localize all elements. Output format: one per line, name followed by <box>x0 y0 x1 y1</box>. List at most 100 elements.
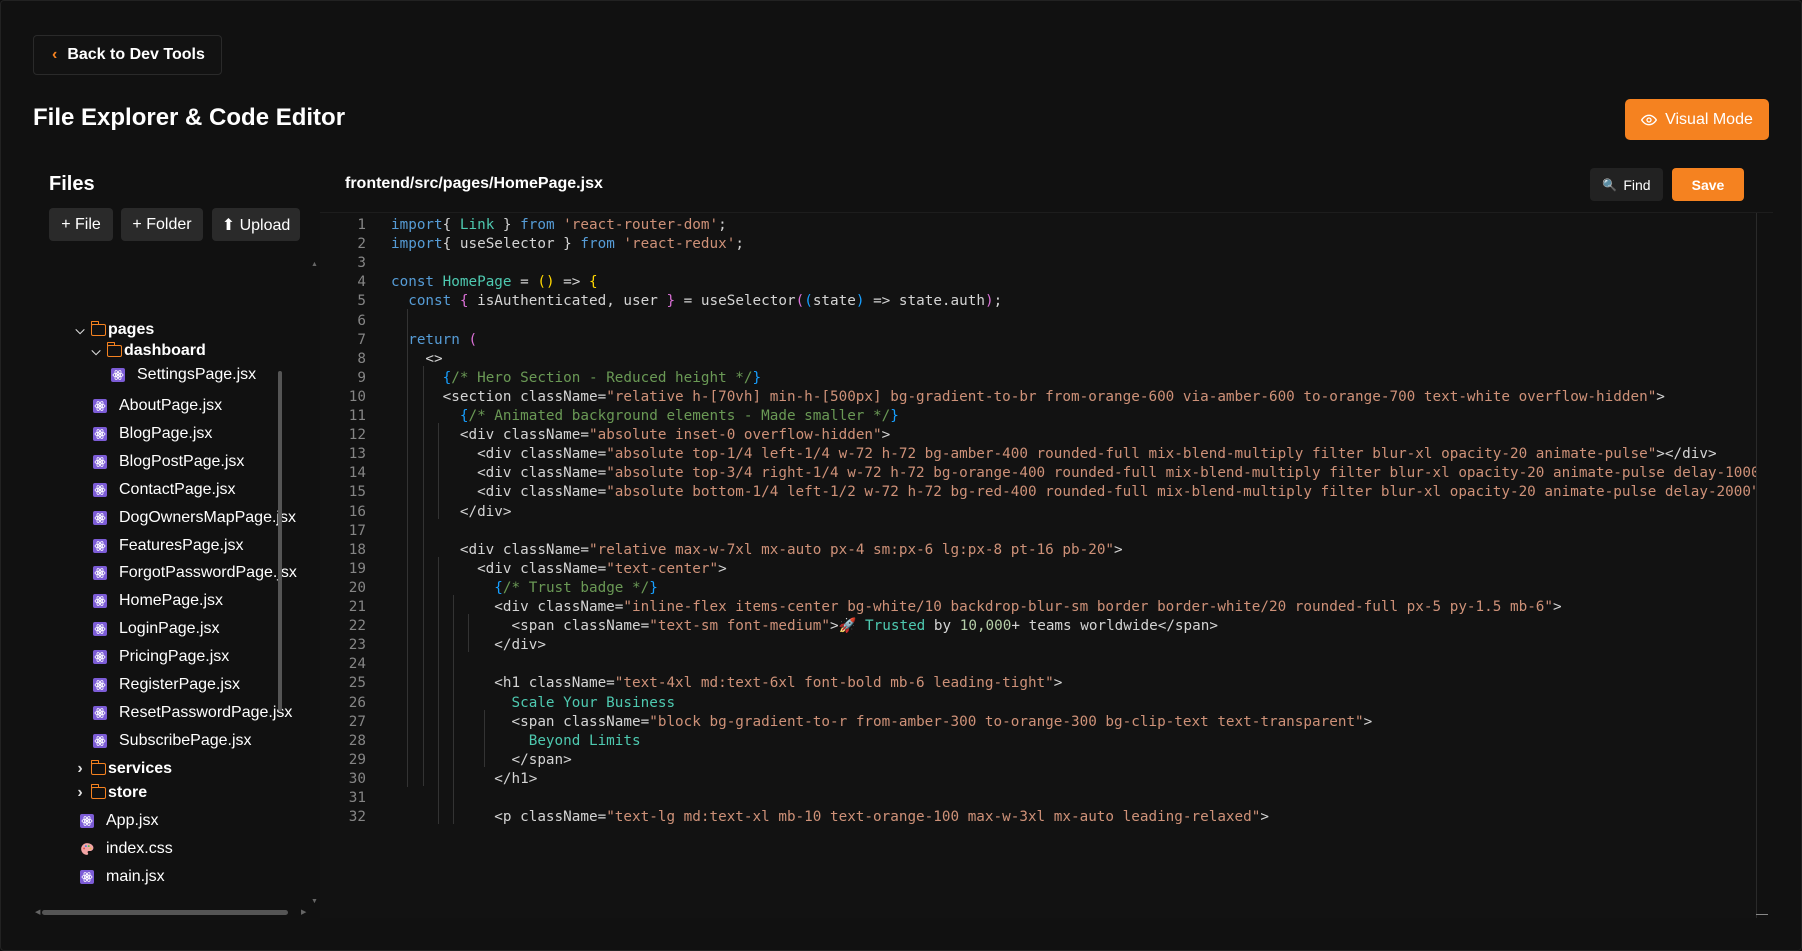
chevron-down-icon[interactable]: ⌵ <box>73 323 87 338</box>
tree-file[interactable]: ResetPasswordPage.jsx <box>93 701 292 725</box>
sidebar-scrollbar[interactable] <box>309 261 317 901</box>
react-file-icon <box>93 706 107 720</box>
scroll-up-icon[interactable]: ▲ <box>311 261 318 268</box>
tree-file[interactable]: main.jsx <box>80 865 165 889</box>
visual-mode-button[interactable]: Visual Mode <box>1625 99 1769 140</box>
back-to-dev-tools-button[interactable]: ‹ Back to Dev Tools <box>33 35 222 75</box>
tree-folder[interactable]: › services <box>73 757 172 781</box>
tree-item-label: RegisterPage.jsx <box>119 676 240 693</box>
code-text: <div className="absolute bottom-1/4 left… <box>391 484 1756 500</box>
line-number: 15 <box>348 484 366 500</box>
tree-item-label: services <box>108 760 173 777</box>
code-line: 25 <h1 className="text-4xl md:text-6xl f… <box>320 672 1756 694</box>
code-text: const { isAuthenticated, user } = useSel… <box>391 293 1003 309</box>
react-file-icon <box>93 594 107 608</box>
tree-item-label: BlogPage.jsx <box>119 425 213 442</box>
react-file-icon <box>80 814 94 828</box>
tree-item-label: dashboard <box>124 342 206 359</box>
tree-item-label: SettingsPage.jsx <box>137 366 257 383</box>
react-file-icon <box>111 368 125 382</box>
editor-scrollbar[interactable] <box>1756 213 1757 918</box>
tree-file[interactable]: LoginPage.jsx <box>93 617 220 641</box>
indent-guide <box>407 309 408 787</box>
tree-file[interactable]: AboutPage.jsx <box>93 394 222 418</box>
indent-guide <box>438 557 439 824</box>
sidebar-scroll-thumb[interactable] <box>278 371 282 711</box>
tree-item-label: ContactPage.jsx <box>119 481 236 498</box>
tree-file[interactable]: BlogPostPage.jsx <box>93 450 244 474</box>
indent-guide <box>423 366 424 786</box>
indent-guide <box>453 595 454 824</box>
tree-item-label: main.jsx <box>106 868 165 885</box>
indent-guide <box>468 614 469 652</box>
tree-file[interactable]: PricingPage.jsx <box>93 645 229 669</box>
code-area[interactable]: 1 import{ Link } from 'react-router-dom';… <box>320 213 1756 918</box>
tree-item-label: App.jsx <box>106 812 159 829</box>
find-button[interactable]: 🔍 Find <box>1590 168 1663 201</box>
tree-item-label: ResetPasswordPage.jsx <box>119 704 293 721</box>
tree-item-label: HomePage.jsx <box>119 592 224 609</box>
file-tree: ⌵ pages ⌵ dashboard SettingsPage.jsx AboutPag… <box>33 257 313 907</box>
tree-folder[interactable]: › store <box>73 781 147 805</box>
folder-icon <box>90 760 106 775</box>
tree-item-label: store <box>108 784 148 801</box>
palette-icon <box>80 842 94 856</box>
tree-file[interactable]: SubscribePage.jsx <box>93 729 252 753</box>
back-button-label: Back to Dev Tools <box>67 46 205 63</box>
new-folder-button[interactable]: + Folder <box>121 208 203 241</box>
code-line: 5 const { isAuthenticated, user } = useS… <box>320 290 1756 312</box>
folder-icon <box>90 784 106 799</box>
react-file-icon <box>93 622 107 636</box>
code-line: 15 <div className="absolute bottom-1/4 l… <box>320 481 1756 503</box>
tree-file[interactable]: ForgotPasswordPage.jsx <box>93 561 297 585</box>
tree-file[interactable]: RegisterPage.jsx <box>93 673 240 697</box>
tree-file[interactable]: App.jsx <box>80 809 158 833</box>
react-file-icon <box>93 539 107 553</box>
visual-mode-label: Visual Mode <box>1665 110 1753 128</box>
tree-item-label: LoginPage.jsx <box>119 620 220 637</box>
new-file-button[interactable]: + File <box>49 208 113 241</box>
tree-file[interactable]: HomePage.jsx <box>93 589 223 613</box>
indent-guide <box>438 423 439 519</box>
react-file-icon <box>93 511 107 525</box>
react-file-icon <box>93 455 107 469</box>
tree-folder[interactable]: ⌵ dashboard <box>89 339 206 363</box>
sidebar-hscroll-thumb[interactable] <box>42 910 288 915</box>
react-file-icon <box>93 483 107 497</box>
tree-file[interactable]: ContactPage.jsx <box>93 478 236 502</box>
tree-file[interactable]: BlogPage.jsx <box>93 422 212 446</box>
react-file-icon <box>93 678 107 692</box>
scroll-left-icon[interactable]: ◀ <box>35 908 40 916</box>
save-button[interactable]: Save <box>1672 168 1744 201</box>
line-number: 25 <box>348 675 366 691</box>
scroll-right-icon[interactable]: ▶ <box>301 908 306 916</box>
react-file-icon <box>80 870 94 884</box>
line-number: 5 <box>357 293 366 309</box>
editor-scroll-corner <box>1756 914 1768 915</box>
tree-file[interactable]: FeaturesPage.jsx <box>93 534 244 558</box>
code-text: <p className="text-lg md:text-xl mb-10 t… <box>391 809 1269 825</box>
line-number: 32 <box>348 809 366 825</box>
tree-item-label: DogOwnersMapPage.jsx <box>119 509 296 526</box>
react-file-icon <box>93 427 107 441</box>
tree-file[interactable]: SettingsPage.jsx <box>111 363 256 387</box>
file-path: frontend/src/pages/HomePage.jsx <box>345 175 603 192</box>
chevron-down-icon[interactable]: ⌵ <box>89 344 103 359</box>
chevron-right-icon[interactable]: › <box>73 760 87 778</box>
tree-item-label: BlogPostPage.jsx <box>119 453 245 470</box>
code-editor-panel: frontend/src/pages/HomePage.jsx 🔍 Find S… <box>320 161 1773 923</box>
tree-file[interactable]: index.css <box>80 837 173 861</box>
folder-icon <box>106 342 122 357</box>
files-heading: Files <box>49 173 95 195</box>
tree-file[interactable]: DogOwnersMapPage.jsx <box>93 506 296 530</box>
code-text: <h1 className="text-4xl md:text-6xl font… <box>391 675 1063 691</box>
tree-item-label: FeaturesPage.jsx <box>119 537 244 554</box>
search-icon: 🔍 <box>1602 177 1618 192</box>
scroll-down-icon[interactable]: ▼ <box>311 898 318 905</box>
chevron-right-icon[interactable]: › <box>73 784 87 802</box>
react-file-icon <box>93 734 107 748</box>
file-explorer-sidebar: Files + File + Folder ⬆ Upload ⌵ pages ⌵ da… <box>33 161 318 923</box>
upload-button[interactable]: ⬆ Upload <box>212 208 300 241</box>
react-file-icon <box>93 566 107 580</box>
indent-guide <box>484 710 485 767</box>
